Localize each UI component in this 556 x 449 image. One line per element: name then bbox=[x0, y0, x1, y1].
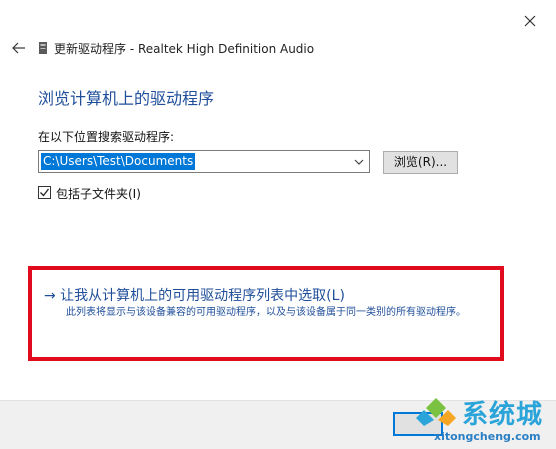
watermark-brand: 系统城 bbox=[462, 400, 544, 430]
watermark-url: xitongcheng.com bbox=[434, 430, 541, 443]
chevron-down-icon[interactable] bbox=[353, 155, 365, 169]
back-arrow-icon bbox=[12, 42, 25, 54]
close-icon bbox=[524, 15, 536, 27]
page-heading: 浏览计算机上的驱动程序 bbox=[38, 89, 215, 108]
path-combobox[interactable]: C:\Users\Test\Documents bbox=[38, 150, 370, 173]
watermark: 系统城 xitongcheng.com bbox=[410, 392, 556, 449]
checkmark-icon bbox=[40, 188, 50, 197]
window-title: 更新驱动程序 - Realtek High Definition Audio bbox=[54, 42, 315, 56]
update-driver-window: 更新驱动程序 - Realtek High Definition Audio 浏… bbox=[0, 0, 556, 449]
include-subfolders-label: 包括子文件夹(I) bbox=[56, 187, 141, 201]
search-location-label: 在以下位置搜索驱动程序: bbox=[38, 130, 175, 144]
browse-button[interactable]: 浏览(R)... bbox=[383, 151, 458, 174]
back-button[interactable] bbox=[10, 39, 28, 57]
pick-from-list-description: 此列表将显示与该设备兼容的可用驱动程序，以及与该设备属于同一类别的所有驱动程序。 bbox=[66, 307, 466, 318]
close-button[interactable] bbox=[519, 10, 541, 32]
watermark-logo-icon bbox=[414, 396, 458, 428]
include-subfolders-checkbox[interactable] bbox=[38, 186, 51, 199]
path-value[interactable]: C:\Users\Test\Documents bbox=[41, 153, 196, 170]
pick-from-list-link[interactable]: → 让我从计算机上的可用驱动程序列表中选取(L) bbox=[44, 285, 345, 305]
device-icon bbox=[37, 41, 49, 55]
